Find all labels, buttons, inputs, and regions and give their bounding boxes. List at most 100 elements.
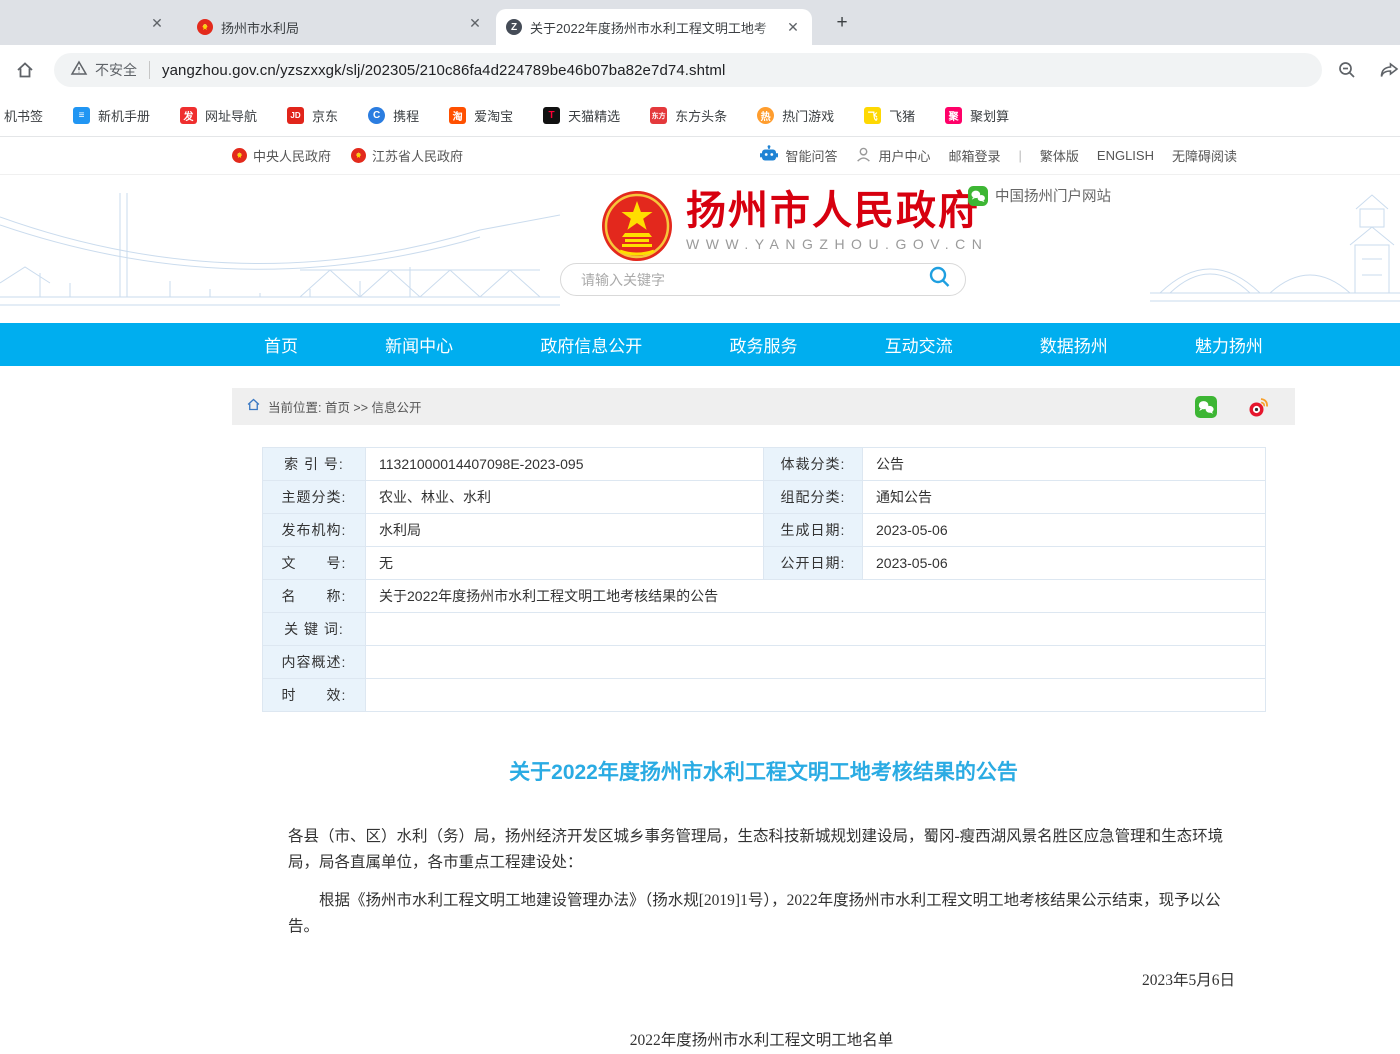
nav-gov-info-disclosure[interactable]: 政府信息公开 [540,332,642,357]
mail-login-link[interactable]: 邮箱登录 [948,146,1000,165]
juhuasuan-icon: 聚 [945,107,962,124]
meta-value: 水利局 [366,514,764,547]
fliggy-pig-icon: 飞 [864,107,881,124]
browser-address-bar: 不安全 yangzhou.gov.cn/yzszxxgk/slj/202305/… [0,45,1400,95]
portal-link[interactable]: 中国扬州门户网站 [968,185,1111,206]
meta-label: 时 效: [263,679,366,712]
meta-value [366,613,1266,646]
meta-label: 文 号: [263,547,366,580]
url-text[interactable]: yangzhou.gov.cn/yzszxxgk/slj/202305/210c… [162,62,725,79]
meta-value: 2023-05-06 [863,514,1266,547]
table-row: 名 称: 关于2022年度扬州市水利工程文明工地考核结果的公告 [263,580,1266,613]
tab-active-announcement[interactable]: Z 关于2022年度扬州市水利工程文明工地考 ✕ [496,9,812,45]
meta-value [366,679,1266,712]
share-weibo-icon[interactable] [1247,396,1269,418]
jd-icon: JD [287,107,304,124]
bookmark-new-phone-manual[interactable]: ≡ 新机手册 [73,106,150,125]
tab-close-icon[interactable]: ✕ [466,14,484,32]
meta-label: 组配分类: [764,481,863,514]
nav-gov-services[interactable]: 政务服务 [729,332,797,357]
tmall-icon: T [543,107,560,124]
bookmark-url-navigation[interactable]: 发 网址导航 [180,106,257,125]
meta-label: 主题分类: [263,481,366,514]
breadcrumb-text[interactable]: 当前位置: 首页 >> 信息公开 [268,397,422,416]
smart-qa-link[interactable]: 智能问答 [759,145,837,166]
nav-data-yangzhou[interactable]: 数据扬州 [1040,332,1108,357]
link-central-government[interactable]: ★ 中央人民政府 [232,146,331,165]
active-tab-close-icon[interactable]: ✕ [784,18,802,36]
url-omnibox[interactable]: 不安全 yangzhou.gov.cn/yzszxxgk/slj/202305/… [54,53,1322,87]
article-paragraph: 各县（市、区）水利（务）局，扬州经济开发区城乡事务管理局，生态科技新城规划建设局… [288,824,1235,876]
nav-interaction[interactable]: 互动交流 [885,332,953,357]
site-title: 扬州市人民政府 [686,189,988,233]
english-link[interactable]: ENGLISH [1097,148,1154,163]
user-center-link[interactable]: 用户中心 [855,146,930,166]
not-secure-warning-icon [70,59,88,82]
search-input[interactable] [581,272,927,288]
meta-label: 内容概述: [263,646,366,679]
new-tab-button[interactable]: + [830,11,854,35]
bookmark-juhuasuan[interactable]: 聚 聚划算 [945,106,1009,125]
meta-value: 通知公告 [863,481,1266,514]
meta-label: 公开日期: [764,547,863,580]
meta-label: 索 引 号: [263,448,366,481]
table-row: 发布机构: 水利局 生成日期: 2023-05-06 [263,514,1266,547]
security-label: 不安全 [95,60,137,80]
site-logo[interactable]: 扬州市人民政府 WWW.YANGZHOU.GOV.CN [600,189,988,263]
main-navigation: 首页 新闻中心 政府信息公开 政务服务 互动交流 数据扬州 魅力扬州 [0,323,1400,366]
site-domain: WWW.YANGZHOU.GOV.CN [686,236,988,252]
gov-emblem-favicon: ★ [197,19,213,35]
share-icon[interactable] [1376,57,1400,83]
z-logo-favicon: Z [506,19,522,35]
share-wechat-icon[interactable] [1195,396,1217,418]
tab-title: 扬州市水利局 [221,18,485,37]
table-row: 索 引 号: 11321000014407098E-2023-095 体裁分类:… [263,448,1266,481]
partial-tab-close-icon[interactable]: ✕ [148,14,166,32]
tab-yangzhou-water-bureau[interactable]: ★ 扬州市水利局 [185,9,485,45]
user-icon [855,146,872,166]
bookmark-eastday[interactable]: 东方 东方头条 [650,106,727,125]
meta-label: 关 键 词: [263,613,366,646]
nav-site-icon: 发 [180,107,197,124]
ctrip-dolphin-icon: C [368,107,385,124]
meta-value: 公告 [863,448,1266,481]
search-icon[interactable] [927,264,953,295]
games-icon: 热 [757,107,774,124]
bridge-artwork-left [0,175,560,323]
meta-label: 生成日期: [764,514,863,547]
site-banner: 扬州市人民政府 WWW.YANGZHOU.GOV.CN 中国扬州门户网站 [0,175,1400,323]
nav-home[interactable]: 首页 [264,332,298,357]
traditional-chinese-link[interactable]: 繁体版 [1040,146,1079,165]
table-row: 关 键 词: [263,613,1266,646]
meta-value: 无 [366,547,764,580]
zoom-out-icon[interactable] [1334,57,1360,83]
bookmark-aitaobao[interactable]: 淘 爱淘宝 [449,106,513,125]
link-jiangsu-government[interactable]: ★ 江苏省人民政府 [351,146,463,165]
manual-icon: ≡ [73,107,90,124]
home-icon[interactable] [14,57,36,83]
meta-label: 名 称: [263,580,366,613]
browser-tab-bar: ✕ ★ 扬州市水利局 ✕ Z 关于2022年度扬州市水利工程文明工地考 ✕ + [0,0,1400,45]
accessibility-link[interactable]: 无障碍阅读 [1172,146,1237,165]
meta-value: 农业、林业、水利 [366,481,764,514]
article-title: 关于2022年度扬州市水利工程文明工地考核结果的公告 [232,756,1295,786]
meta-value: 11321000014407098E-2023-095 [366,448,764,481]
table-row: 时 效: [263,679,1266,712]
bookmark-mobile-bookmarks[interactable]: 机书签 [4,106,43,125]
bookmark-hot-games[interactable]: 热 热门游戏 [757,106,834,125]
taobao-icon: 淘 [449,107,466,124]
gov-emblem-icon: ★ [351,148,366,163]
breadcrumb-home-icon[interactable] [246,397,261,417]
wechat-icon [968,186,988,206]
nav-news-center[interactable]: 新闻中心 [385,332,453,357]
gov-emblem-icon: ★ [232,148,247,163]
list-heading: 2022年度扬州市水利工程文明工地名单 [288,1028,1235,1054]
bookmark-tmall[interactable]: T 天猫精选 [543,106,620,125]
nav-charm-yangzhou[interactable]: 魅力扬州 [1195,332,1263,357]
article-paragraph: 根据《扬州市水利工程文明工地建设管理办法》（扬水规[2019]1号），2022年… [288,888,1235,940]
utility-separator: | [1019,148,1022,163]
bookmark-jd[interactable]: JD 京东 [287,106,338,125]
document-meta-table: 索 引 号: 11321000014407098E-2023-095 体裁分类:… [262,447,1266,712]
bookmark-fliggy[interactable]: 飞 飞猪 [864,106,915,125]
bookmark-ctrip[interactable]: C 携程 [368,106,419,125]
